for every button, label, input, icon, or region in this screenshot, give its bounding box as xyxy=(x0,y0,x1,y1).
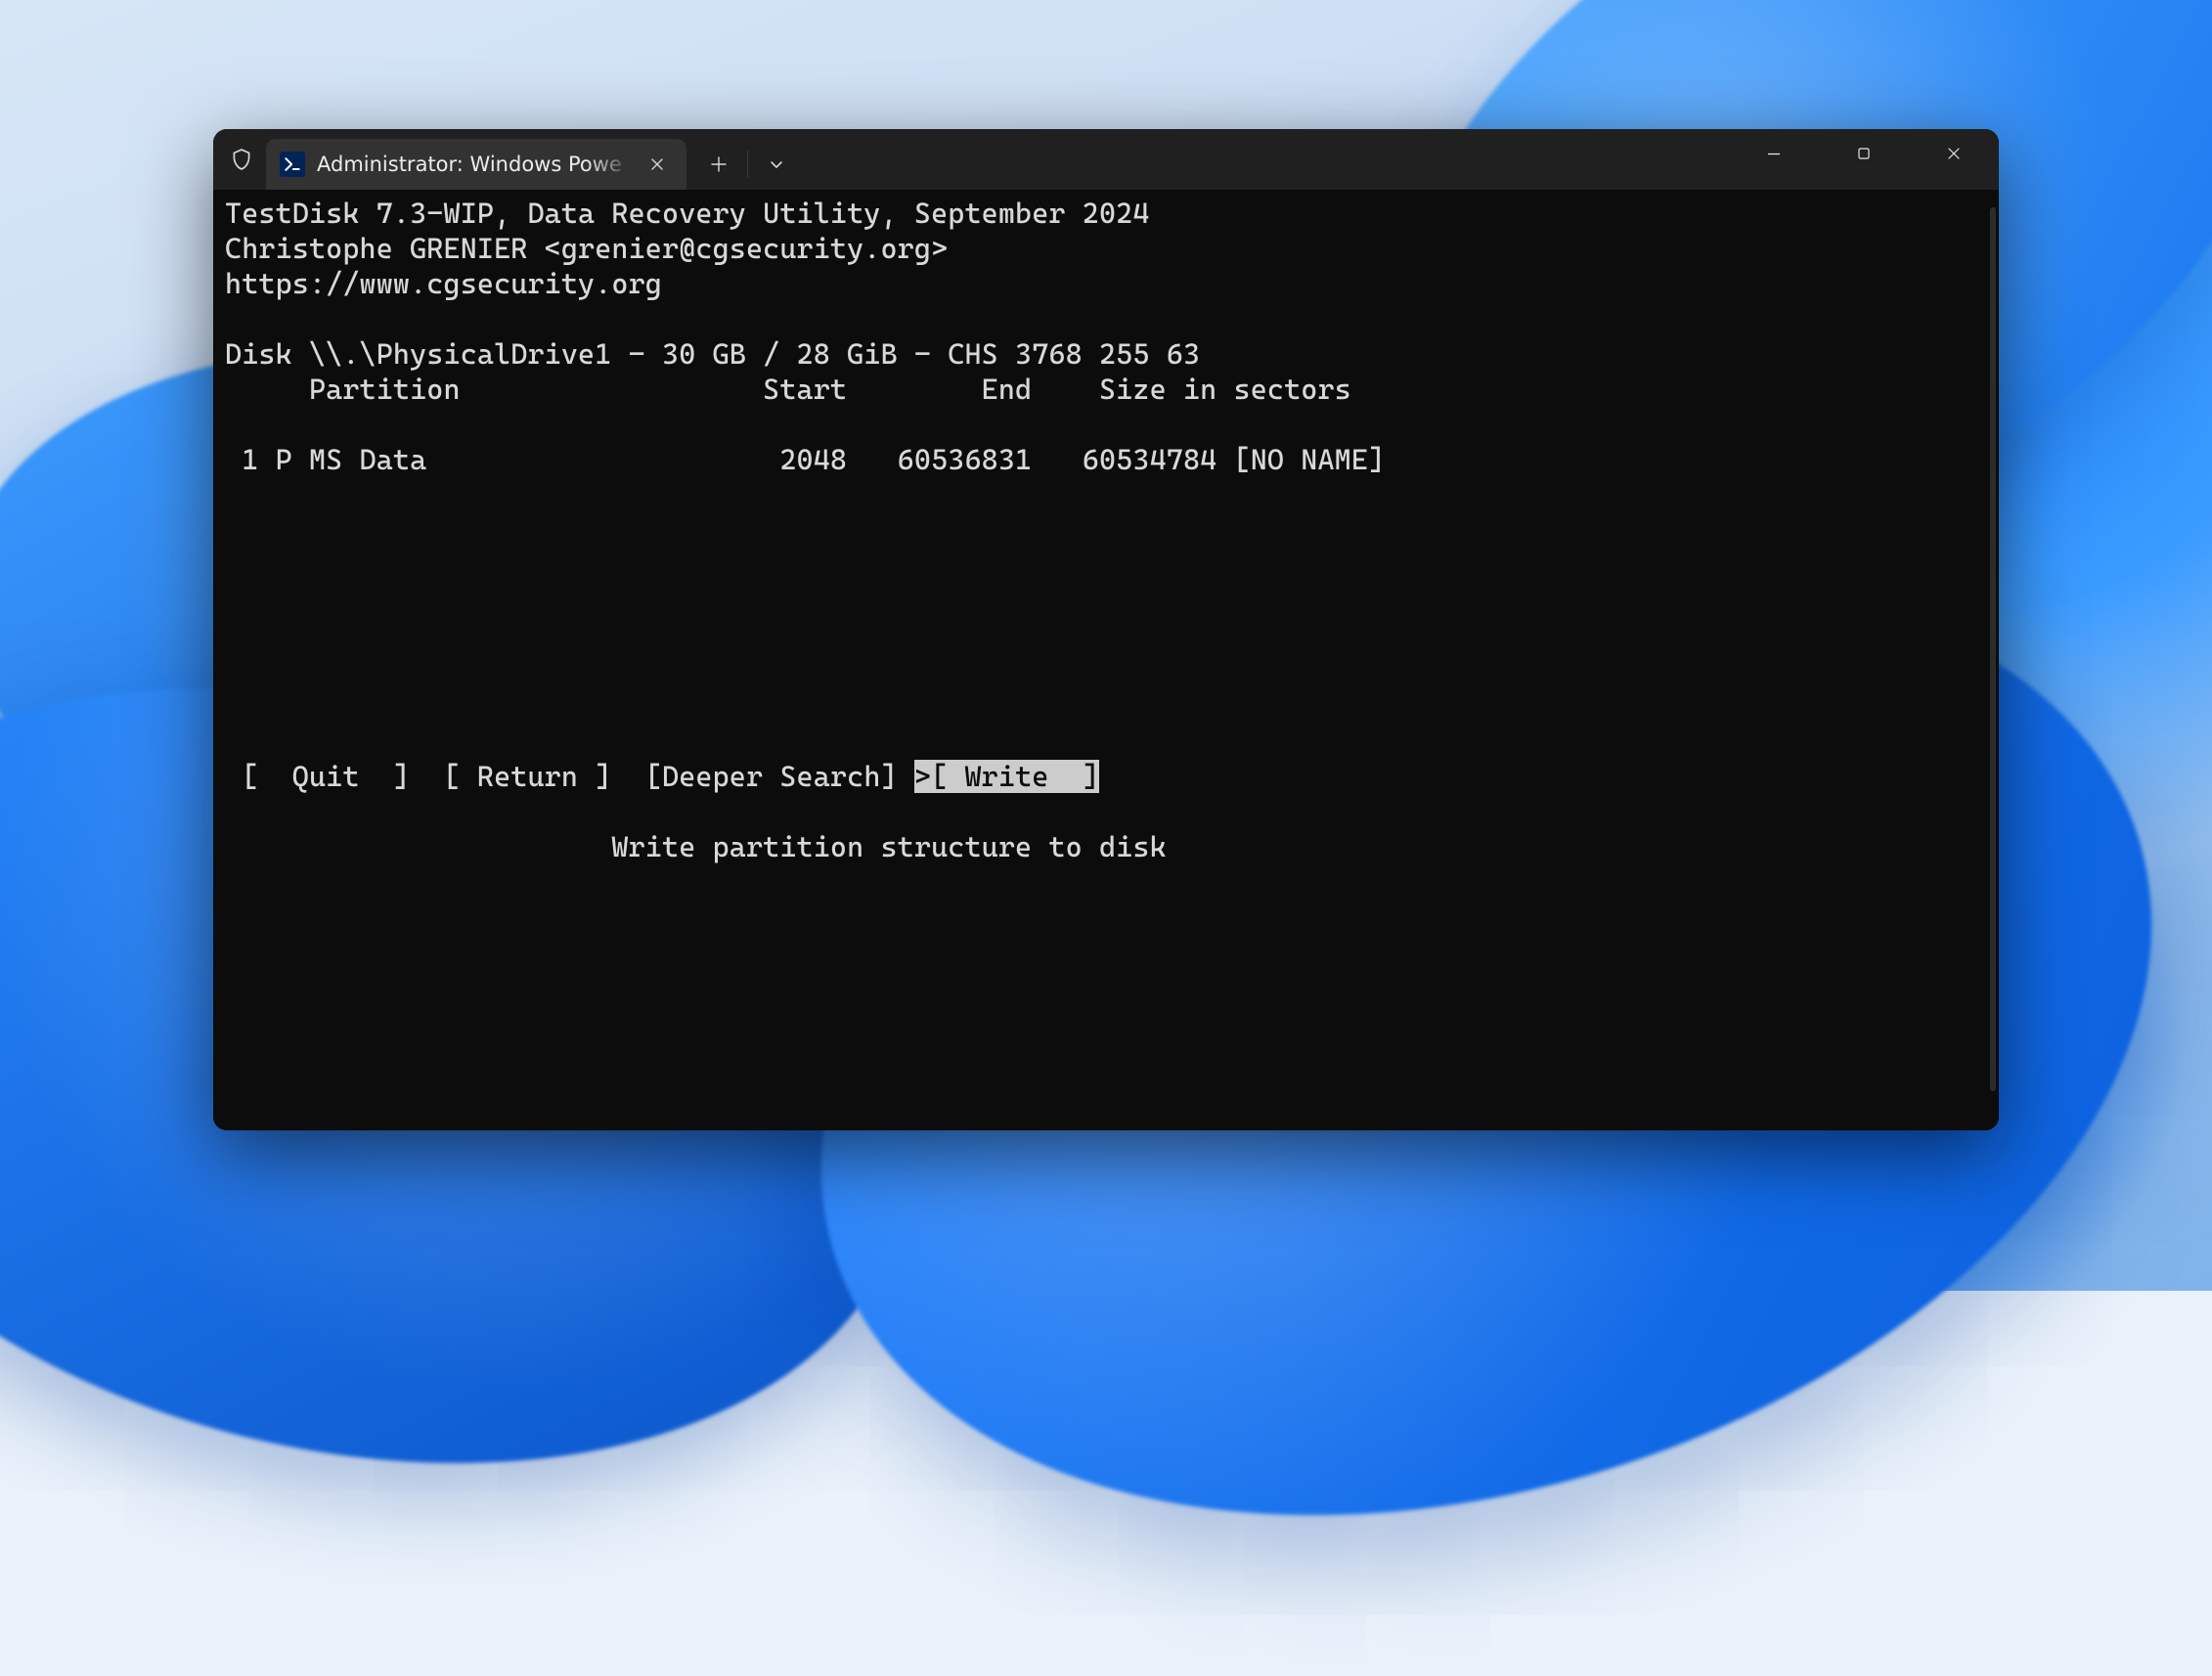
menu-item-quit[interactable]: [ Quit ] xyxy=(225,760,426,793)
tabbar-divider xyxy=(747,151,748,178)
terminal-line: https://www.cgsecurity.org xyxy=(225,267,662,300)
new-tab-button[interactable] xyxy=(694,140,743,189)
terminal-disk-line: Disk \\.\PhysicalDrive1 - 30 GB / 28 GiB… xyxy=(225,337,1200,371)
powershell-icon xyxy=(280,152,305,177)
close-window-button[interactable] xyxy=(1909,129,1999,178)
menu-item-write[interactable]: [ Write ] xyxy=(931,760,1099,793)
window-controls xyxy=(1729,129,1999,178)
menu-item-return[interactable]: [ Return ] xyxy=(426,760,628,793)
active-tab[interactable]: Administrator: Windows Powe xyxy=(266,139,686,190)
admin-shield-icon xyxy=(227,145,256,174)
tabbar-buttons xyxy=(694,139,801,190)
titlebar[interactable]: Administrator: Windows Powe xyxy=(213,129,1999,190)
terminal-partition-row: 1 P MS Data 2048 60536831 60534784 [NO N… xyxy=(225,443,1385,476)
terminal-hint-line: Write partition structure to disk xyxy=(225,829,1989,864)
terminal-window: Administrator: Windows Powe xyxy=(213,129,1999,1130)
minimize-button[interactable] xyxy=(1729,129,1819,178)
terminal-line: TestDisk 7.3-WIP, Data Recovery Utility,… xyxy=(225,197,1150,230)
tab-dropdown-button[interactable] xyxy=(752,140,801,189)
menu-selection-marker: > xyxy=(914,760,931,793)
tab-close-button[interactable] xyxy=(641,149,673,180)
terminal-table-header: Partition Start End Size in sectors xyxy=(225,373,1351,406)
maximize-button[interactable] xyxy=(1819,129,1909,178)
terminal-line: Christophe GRENIER <grenier@cgsecurity.o… xyxy=(225,232,948,265)
tab-title: Administrator: Windows Powe xyxy=(317,153,634,176)
terminal-menu-line: [ Quit ] [ Return ] [Deeper Search] >[ W… xyxy=(225,759,1989,794)
menu-item-deeper-search[interactable]: [Deeper Search] xyxy=(629,760,914,793)
scrollbar[interactable] xyxy=(1990,207,1996,1091)
terminal-body[interactable]: TestDisk 7.3-WIP, Data Recovery Utility,… xyxy=(213,190,1999,1130)
